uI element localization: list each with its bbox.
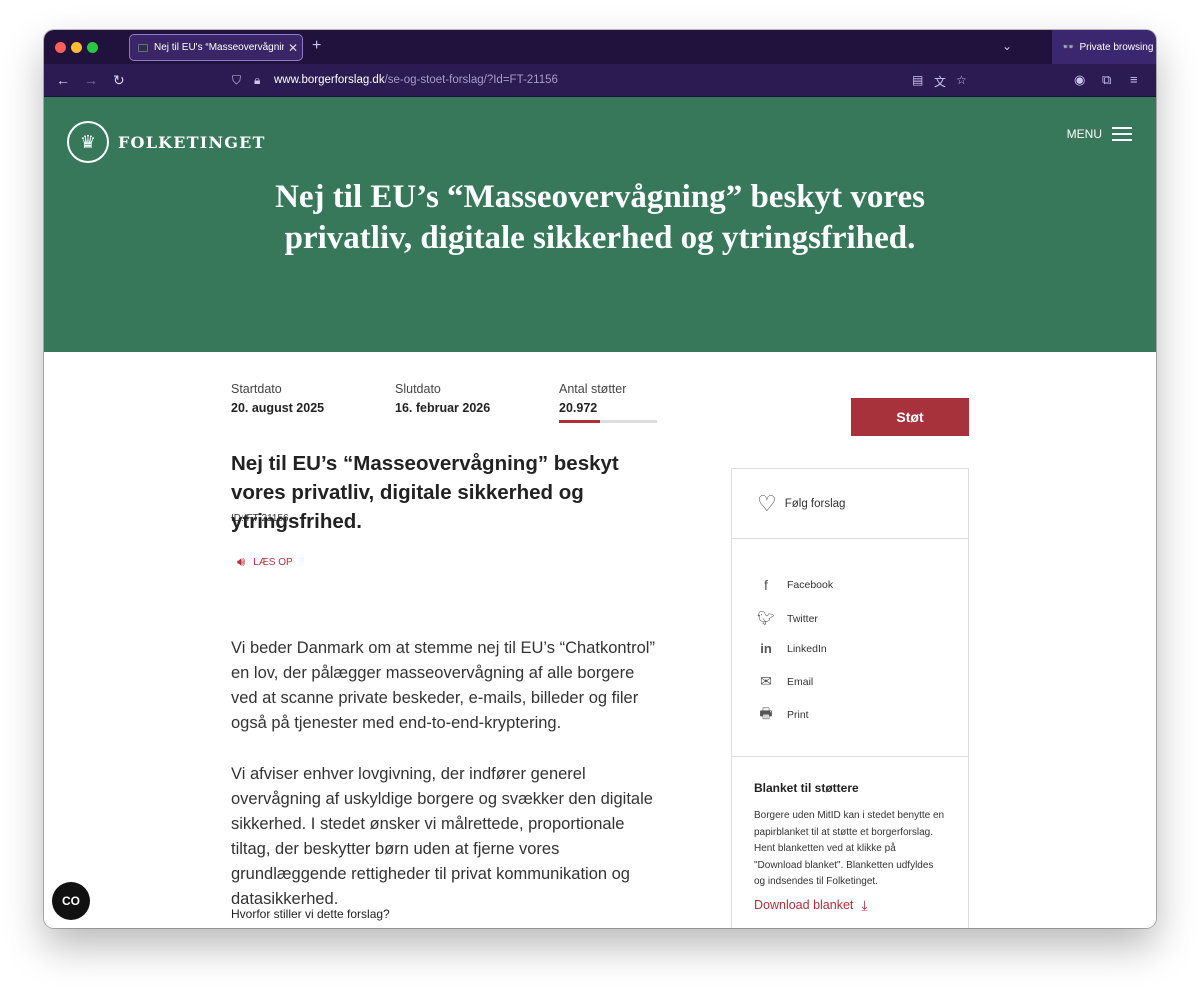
read-aloud-label: LÆS OP — [253, 556, 293, 568]
tab-title: Nej til EU's “Masseovervågning” beskyt v… — [154, 42, 284, 53]
download-form-link[interactable]: Download blanket ⤓ — [754, 897, 946, 914]
floating-action-button[interactable]: CO — [52, 882, 90, 920]
menu-button[interactable]: MENU — [1067, 123, 1132, 145]
sidebar-panel: ♡ Følg forslag f Facebook 🐦︎ Twitter in … — [731, 468, 969, 928]
tab-strip: Nej til EU's “Masseovervågning” beskyt v… — [44, 30, 1156, 64]
share-email[interactable]: ✉ Email — [756, 673, 813, 690]
folketinget-logo[interactable]: ♛ FOLKETINGET — [67, 121, 266, 163]
form-section: Blanket til støttere Borgere uden MitID … — [732, 757, 968, 914]
email-icon: ✉ — [760, 673, 772, 689]
lions-seal-icon: ♛ — [67, 121, 109, 163]
share-linkedin[interactable]: in LinkedIn — [756, 641, 827, 656]
share-twitter-label: Twitter — [787, 612, 818, 625]
app-menu-icon[interactable]: ≡ — [1130, 72, 1138, 87]
favicon-icon — [138, 43, 148, 52]
speaker-icon: 🔊︎ — [237, 554, 246, 569]
share-linkedin-label: LinkedIn — [787, 642, 827, 655]
maximize-window-button[interactable] — [87, 42, 98, 53]
follow-label: Følg forslag — [784, 497, 846, 510]
end-date-label: Slutdato — [395, 382, 441, 396]
address-bar[interactable]: ⛉ 🔒︎ www.borgerforslag.dk/se-og-stoet-fo… — [224, 68, 974, 93]
account-icon[interactable]: ◉ — [1074, 72, 1085, 88]
share-print[interactable]: 🖶 Print — [756, 703, 809, 727]
article-paragraph-1: Vi beder Danmark om at stemme nej til EU… — [231, 639, 655, 732]
menu-label: MENU — [1066, 127, 1102, 141]
private-browsing-label: Private browsing — [1079, 41, 1154, 53]
hero-banner: ♛ FOLKETINGET MENU Nej til EU’s “Masseov… — [44, 97, 1156, 352]
why-heading: Hvorfor stiller vi dette forslag? — [231, 907, 390, 921]
start-date-value: 20. august 2025 — [231, 401, 325, 415]
forward-icon[interactable]: → — [84, 72, 98, 88]
supporter-count-label: Antal støtter — [559, 382, 627, 396]
heart-icon: ♡ — [757, 490, 777, 516]
bookmark-star-icon[interactable]: ☆ — [956, 73, 967, 87]
start-date-label: Startdato — [231, 382, 282, 396]
share-list: f Facebook 🐦︎ Twitter in LinkedIn ✉ Emai… — [732, 539, 968, 757]
linkedin-icon: in — [760, 641, 772, 656]
private-browsing-indicator: 👓 Private browsing — [1052, 30, 1156, 64]
new-tab-button[interactable]: + — [312, 37, 321, 55]
minimize-window-button[interactable] — [71, 42, 82, 53]
close-window-button[interactable] — [55, 42, 66, 53]
support-button[interactable]: Støt — [851, 398, 969, 436]
logo-text: FOLKETINGET — [118, 132, 266, 152]
form-description: Borgere uden MitID kan i stedet benytte … — [754, 810, 945, 887]
navigation-bar: ← → ↻ ⛉ 🔒︎ www.borgerforslag.dk/se-og-st… — [44, 64, 1156, 97]
end-date-value: 16. februar 2026 — [395, 401, 491, 415]
private-mask-icon: 👓 — [1062, 41, 1075, 53]
follow-proposal-button[interactable]: ♡ Følg forslag — [732, 469, 968, 539]
back-icon[interactable]: ← — [56, 72, 70, 88]
browser-tab[interactable]: Nej til EU's “Masseovervågning” beskyt v… — [129, 34, 303, 61]
support-progress-bar — [559, 420, 657, 423]
url-path: /se-og-stoet-forslag/?Id=FT-21156 — [384, 74, 558, 86]
hamburger-icon — [1112, 123, 1132, 145]
start-date: Startdato 20. august 2025 — [231, 382, 324, 415]
shield-icon[interactable]: ⛉ — [232, 73, 241, 88]
supporter-count-value: 20.972 — [559, 401, 598, 415]
browser-window: Nej til EU's “Masseovervågning” beskyt v… — [44, 30, 1156, 928]
download-form-label: Download blanket — [754, 898, 854, 912]
support-progress-fill — [559, 420, 601, 423]
share-email-label: Email — [787, 675, 814, 688]
translate-icon[interactable]: 文 — [934, 73, 946, 90]
twitter-icon: 🐦︎ — [757, 610, 775, 626]
main-content: Startdato 20. august 2025 Slutdato 16. f… — [44, 352, 1156, 928]
chevron-down-icon[interactable]: ⌄ — [1002, 39, 1012, 53]
article-title: Nej til EU’s “Masseovervågning” beskyt v… — [231, 452, 619, 533]
lock-icon[interactable]: 🔒︎ — [254, 73, 260, 88]
download-icon: ⤓ — [861, 896, 868, 913]
form-title: Blanket til støttere — [754, 781, 859, 795]
share-facebook-label: Facebook — [787, 579, 834, 591]
share-print-label: Print — [787, 709, 809, 721]
tab-close-icon[interactable]: ✕ — [288, 41, 298, 55]
supporter-count: Antal støtter 20.972 — [559, 382, 626, 415]
url-text[interactable]: www.borgerforslag.dk/se-og-stoet-forslag… — [274, 74, 558, 86]
url-host: www.borgerforslag.dk — [274, 74, 385, 86]
share-twitter[interactable]: 🐦︎ Twitter — [756, 610, 818, 627]
reader-view-icon[interactable]: ▤ — [912, 73, 923, 87]
extensions-icon[interactable]: ⧉ — [1102, 72, 1111, 88]
share-facebook[interactable]: f Facebook — [756, 577, 833, 593]
print-icon: 🖶 — [759, 705, 773, 721]
end-date: Slutdato 16. februar 2026 — [395, 382, 490, 415]
read-aloud-button[interactable]: 🔊︎ LÆS OP — [237, 554, 293, 570]
facebook-icon: f — [764, 577, 768, 593]
hero-title: Nej til EU’s “Masseovervågning” beskyt v… — [275, 179, 925, 256]
article-paragraph-2: Vi afviser enhver lovgivning, der indfør… — [231, 765, 653, 908]
proposal-id: ID: FT-21156 — [231, 513, 289, 524]
reload-icon[interactable]: ↻ — [113, 72, 125, 89]
